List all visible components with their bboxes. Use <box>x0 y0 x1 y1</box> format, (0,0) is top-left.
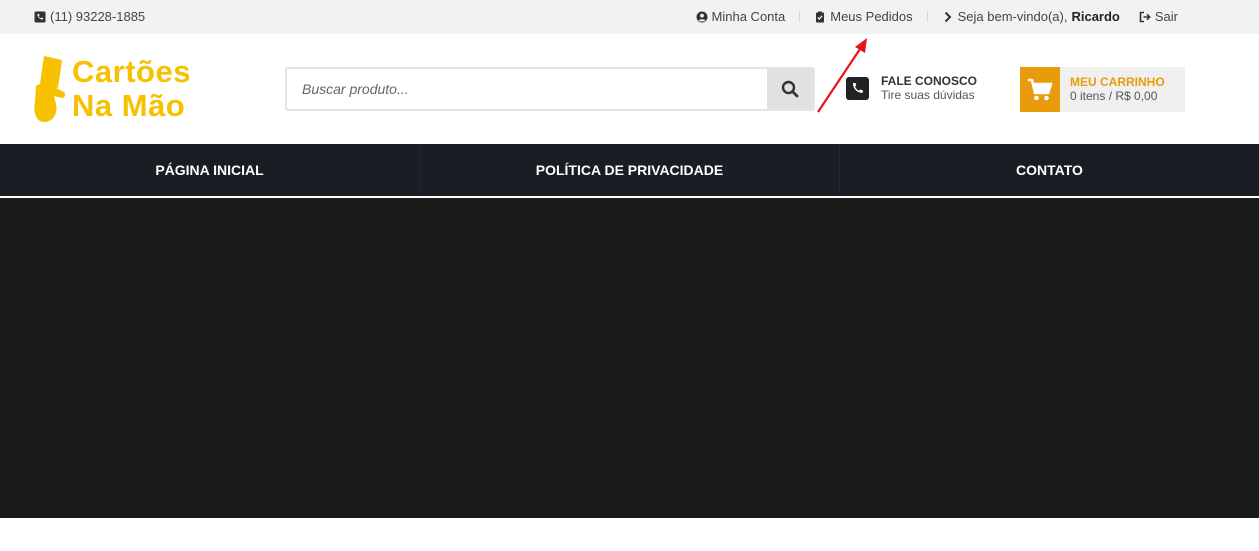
divider <box>926 11 928 22</box>
my-orders-label: Meus Pedidos <box>830 9 913 24</box>
hero-banner <box>0 198 1259 518</box>
nav-item-contact[interactable]: CONTATO <box>840 144 1259 196</box>
top-bar: (11) 93228-1885 Minha Conta Meus Pedidos… <box>0 0 1259 34</box>
logo-line1: Cartões <box>72 54 191 89</box>
search-box <box>285 67 815 111</box>
welcome-prefix: Seja bem-vindo(a), <box>957 9 1068 24</box>
contact-block[interactable]: FALE CONOSCO Tire suas dúvidas <box>846 74 977 102</box>
phone-number: (11) 93228-1885 <box>50 9 146 24</box>
cart-button[interactable]: MEU CARRINHO 0 itens / R$ 0,00 <box>1020 67 1185 112</box>
top-phone: (11) 93228-1885 <box>34 9 145 24</box>
site-logo[interactable]: Cartões Na Mão <box>34 54 214 124</box>
logout-link[interactable]: Sair <box>1139 9 1178 24</box>
contact-subtitle: Tire suas dúvidas <box>881 88 975 102</box>
search-input[interactable] <box>287 69 767 109</box>
clipboard-check-icon <box>816 11 825 22</box>
my-orders-link[interactable]: Meus Pedidos <box>814 9 913 24</box>
sign-out-icon <box>1139 11 1151 22</box>
nav-item-privacy[interactable]: POLÍTICA DE PRIVACIDADE <box>420 144 840 196</box>
search-icon <box>781 80 799 98</box>
top-links: Minha Conta Meus Pedidos Seja bem-vindo(… <box>696 9 1178 24</box>
user-name: Ricardo <box>1071 9 1120 24</box>
cart-title: MEU CARRINHO <box>1070 75 1165 89</box>
logo-line2: Na Mão <box>72 88 186 123</box>
shopping-cart-icon <box>1020 67 1060 112</box>
phone-square-icon <box>846 76 869 100</box>
user-circle-icon <box>696 11 708 22</box>
welcome-text: Seja bem-vindo(a), Ricardo <box>942 9 1120 24</box>
phone-icon <box>34 11 46 22</box>
my-account-link[interactable]: Minha Conta <box>696 9 786 24</box>
cart-summary: 0 itens / R$ 0,00 <box>1070 89 1158 103</box>
nav-item-home[interactable]: PÁGINA INICIAL <box>0 144 420 196</box>
main-nav: PÁGINA INICIAL POLÍTICA DE PRIVACIDADE C… <box>0 144 1259 196</box>
card-hand-icon <box>34 56 66 122</box>
contact-title: FALE CONOSCO <box>881 74 978 88</box>
logout-label: Sair <box>1154 9 1178 24</box>
divider <box>799 11 801 22</box>
my-account-label: Minha Conta <box>711 9 786 24</box>
search-button[interactable] <box>767 69 813 109</box>
chevron-right-icon <box>944 11 952 22</box>
header: Cartões Na Mão FALE CONOSCO Tire suas dú… <box>0 34 1259 144</box>
page-bottom <box>0 518 1259 551</box>
